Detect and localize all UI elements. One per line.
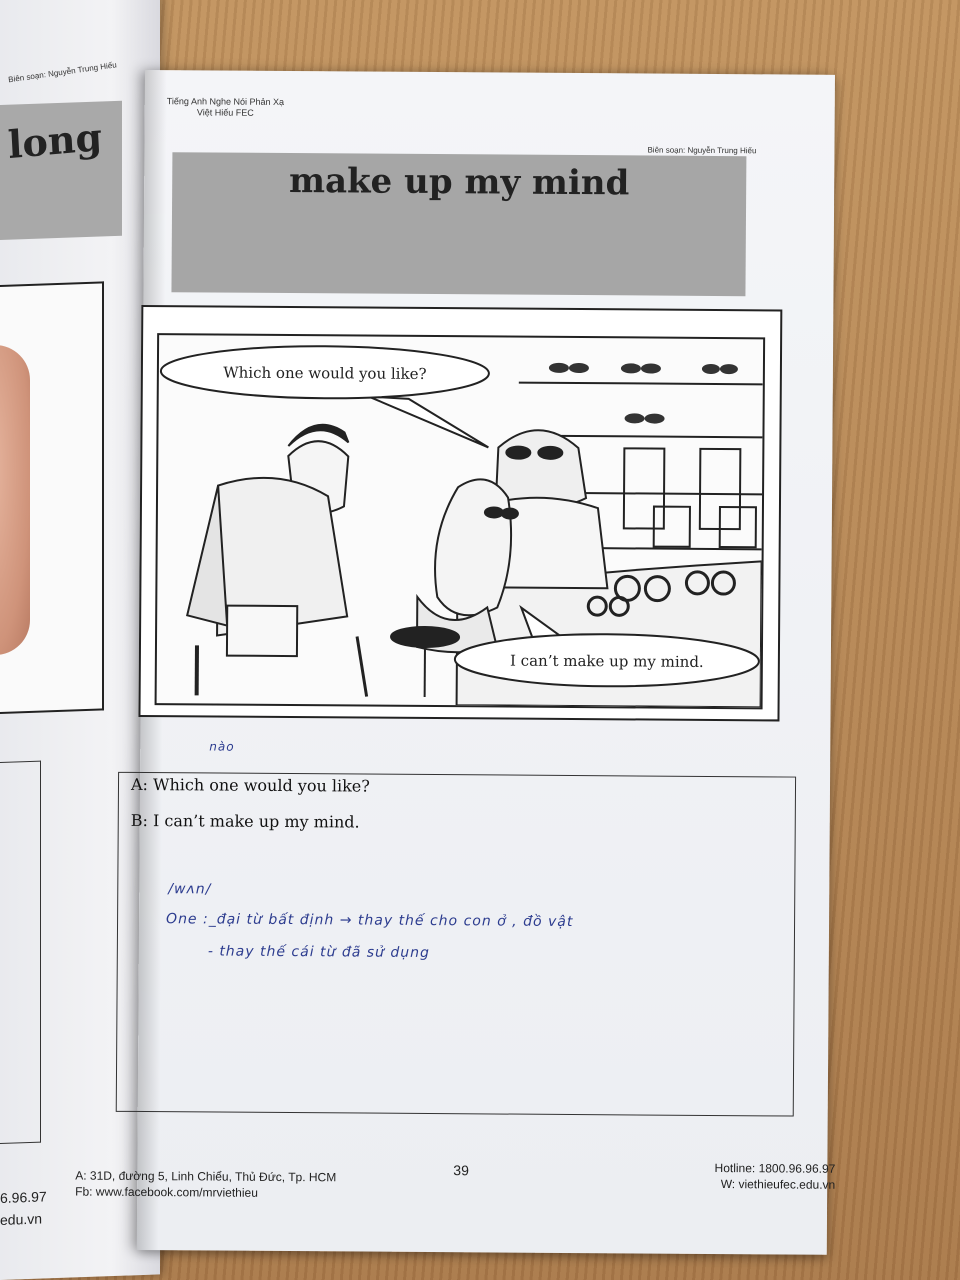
footer-contact: Hotline: 1800.96.96.97 W: viethieufec.ed… (714, 1160, 836, 1193)
thumb (0, 345, 30, 655)
page-header-left: Tiếng Anh Nghe Nói Phản Xạ Việt Hiếu FEC (167, 96, 284, 119)
handwritten-note-line2: - thay thế cái từ đã sử dụng (207, 943, 430, 962)
header-school-name: Việt Hiếu FEC (196, 107, 254, 118)
left-footer-phone: 6.96.97 (0, 1188, 47, 1206)
left-page-header: Biên soạn: Nguyễn Trung Hiếu (7, 60, 118, 85)
dialogue-line-b: B: I can’t make up my mind. (130, 810, 360, 832)
bubble-bottom-text: I can’t make up my mind. (510, 652, 704, 671)
footer-address-line: A: 31D, đường 5, Linh Chiểu, Thủ Đức, Tp… (75, 1168, 337, 1185)
footer-hotline: Hotline: 1800.96.96.97 (714, 1161, 836, 1176)
dialogue-box: nào A: Which one would you like? B: I ca… (115, 739, 797, 1117)
footer-facebook-line: Fb: www.facebook.com/mrviethieu (75, 1184, 258, 1200)
left-dialogue-box (0, 760, 41, 1144)
page-number: 39 (453, 1162, 469, 1179)
handwritten-note-above: nào (209, 739, 235, 754)
footer-website: W: viethieufec.edu.vn (720, 1177, 836, 1192)
header-course-name: Tiếng Anh Nghe Nói Phản Xạ (166, 96, 285, 107)
handwritten-note-line1: One :_đại từ bất định → thay thế cho con… (166, 911, 574, 931)
glasses-on-shelf (548, 362, 738, 424)
footer-address: A: 31D, đường 5, Linh Chiểu, Thủ Đức, Tp… (75, 1168, 336, 1202)
man-waiting (185, 423, 369, 697)
page-header-author: Biên soạn: Nguyễn Trung Hiếu (647, 145, 757, 156)
page-title: make up my mind (288, 161, 630, 204)
dialogue-line-a: A: Which one would you like? (130, 774, 370, 796)
comic-outer-frame: Which one would you like? I can’t make u… (138, 304, 783, 722)
book-page: Tiếng Anh Nghe Nói Phản Xạ Việt Hiếu FEC… (75, 70, 836, 1255)
left-page-title: long (6, 114, 104, 168)
handwritten-phonetic: /wʌn/ (168, 881, 212, 898)
left-footer-web: edu.vn (0, 1210, 43, 1228)
comic-illustration: Which one would you like? I can’t make u… (159, 345, 763, 709)
comic-panel: Which one would you like? I can’t make u… (154, 333, 766, 710)
bubble-top-text: Which one would you like? (223, 364, 426, 383)
speech-bubble-top: Which one would you like? (159, 345, 490, 449)
